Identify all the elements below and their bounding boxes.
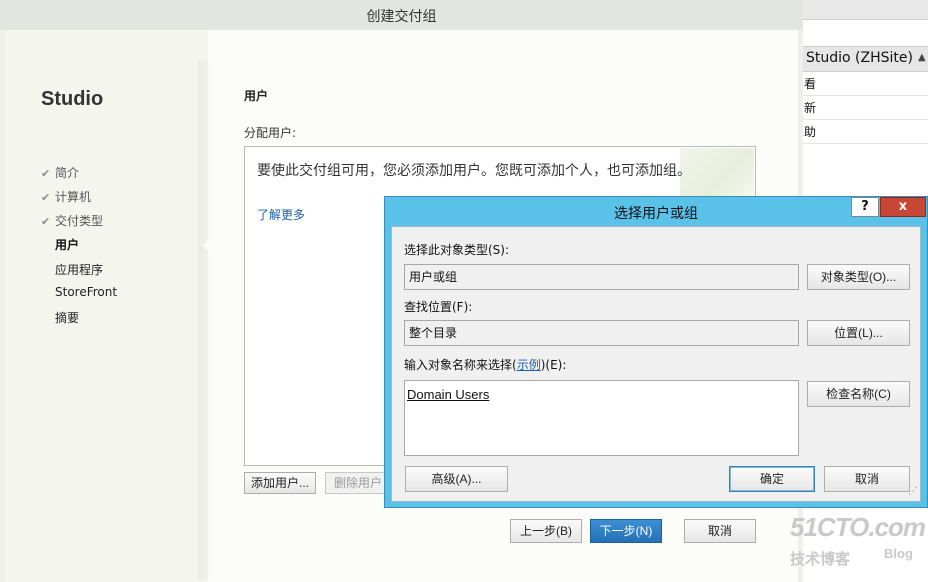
close-icon[interactable]: x: [880, 197, 926, 217]
dialog-title: 选择用户或组: [614, 206, 698, 222]
info-text: 要使此交付组可用，您必须添加用户。您既可添加个人，也可添加组。: [257, 163, 691, 179]
nav-item-delivery-type: ✔ 交付类型: [41, 212, 103, 229]
enter-names-label: 输入对象名称来选择(示例)(E):: [404, 356, 566, 373]
object-names-value: Domain Users: [407, 387, 490, 402]
nav-panel-shadow: [198, 60, 214, 580]
help-icon[interactable]: ?: [851, 197, 879, 217]
resize-grip-icon[interactable]: ⋰: [908, 486, 918, 497]
nav-item-intro: ✔ 简介: [41, 164, 79, 181]
nav-item-label: 交付类型: [55, 214, 104, 228]
check-icon: ✔: [41, 215, 51, 228]
next-button[interactable]: 下一步(N): [590, 519, 662, 543]
assign-users-label: 分配用户:: [244, 126, 297, 140]
object-type-field: 用户或组: [404, 264, 799, 290]
watermark-logo: 51CTO.com: [790, 512, 926, 542]
enter-names-prefix: 输入对象名称来选择(: [404, 358, 517, 372]
current-step-notch: [203, 237, 211, 253]
studio-brand: Studio: [41, 88, 104, 110]
nav-item-summary: 摘要: [55, 311, 80, 325]
add-users-button[interactable]: 添加用户...: [244, 472, 316, 494]
examples-link[interactable]: 示例: [517, 358, 541, 372]
ok-button[interactable]: 确定: [729, 466, 815, 492]
wizard-cancel-button[interactable]: 取消: [684, 519, 756, 543]
remove-users-button[interactable]: 删除用户: [325, 472, 385, 494]
dialog-cancel-button[interactable]: 取消: [824, 466, 910, 492]
nav-item-label: 简介: [55, 166, 80, 180]
section-title: 用户: [244, 89, 269, 103]
check-icon: ✔: [41, 191, 51, 204]
enter-names-suffix: )(E):: [540, 358, 567, 372]
action-item[interactable]: 助: [803, 120, 928, 144]
background-window-toolbar: [803, 0, 928, 20]
wizard-title: 创建交付组: [366, 9, 437, 25]
check-names-button[interactable]: 检查名称(C): [807, 381, 910, 407]
location-field: 整个目录: [404, 320, 799, 346]
collapse-arrow-icon[interactable]: ▲: [918, 52, 926, 63]
watermark-blog: Blog: [884, 546, 913, 561]
nav-item-users: 用户: [55, 238, 80, 252]
check-icon: ✔: [41, 167, 51, 180]
nav-item-machines: ✔ 计算机: [41, 188, 91, 205]
action-item[interactable]: 新: [803, 96, 928, 120]
background-pane-title: Studio (ZHSite): [806, 50, 913, 66]
nav-item-label: 计算机: [55, 190, 92, 204]
location-label: 查找位置(F):: [404, 300, 473, 314]
learn-more-link[interactable]: 了解更多: [257, 206, 305, 223]
back-button[interactable]: 上一步(B): [510, 519, 582, 543]
object-types-button[interactable]: 对象类型(O)...: [807, 264, 910, 290]
wizard-nav-panel: [5, 30, 208, 582]
watermark-subtitle: 技术博客: [790, 550, 851, 568]
nav-item-applications: 应用程序: [55, 263, 104, 277]
nav-item-storefront: StoreFront: [55, 285, 118, 299]
advanced-button[interactable]: 高级(A)...: [405, 466, 508, 492]
object-type-label: 选择此对象类型(S):: [404, 243, 510, 257]
locations-button[interactable]: 位置(L)...: [807, 320, 910, 346]
action-item[interactable]: 看: [803, 72, 928, 96]
